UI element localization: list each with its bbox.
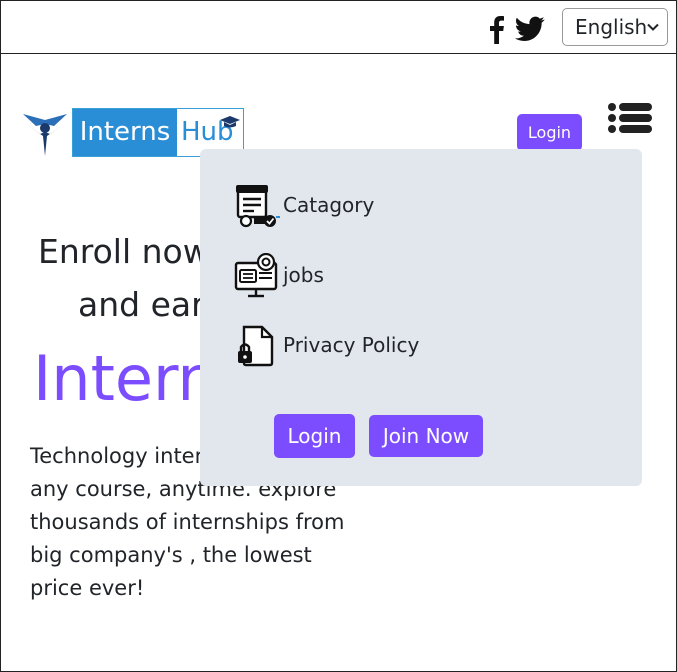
locked-document-icon: [238, 325, 274, 367]
hero-heading-line1: Enroll now: [38, 232, 210, 271]
list-icon[interactable]: [608, 103, 652, 133]
graduation-cap-icon: [220, 116, 240, 128]
logo-graduate-icon: [23, 114, 67, 156]
language-select[interactable]: English: [562, 8, 668, 46]
nav-dropdown-menu: Catagory jobs Privacy Policy Login Join …: [200, 149, 642, 486]
top-bar: English: [0, 0, 677, 54]
chevron-down-icon: [647, 23, 659, 31]
join-now-button[interactable]: Join Now: [369, 415, 483, 457]
certificate-icon: [236, 185, 280, 228]
language-select-value: English: [575, 15, 648, 39]
twitter-icon[interactable]: [515, 16, 545, 42]
logo-text-interns: Interns: [73, 109, 177, 156]
facebook-icon[interactable]: [486, 14, 506, 44]
dropdown-login-button[interactable]: Login: [274, 414, 355, 458]
dropdown-item-label: jobs: [283, 263, 324, 287]
dropdown-item-label: Privacy Policy: [283, 333, 420, 357]
header-login-button[interactable]: Login: [517, 114, 582, 151]
hero-big-heading: Intern: [33, 342, 217, 415]
computer-icon: [234, 253, 278, 298]
dropdown-item-label: Catagory: [283, 193, 375, 217]
